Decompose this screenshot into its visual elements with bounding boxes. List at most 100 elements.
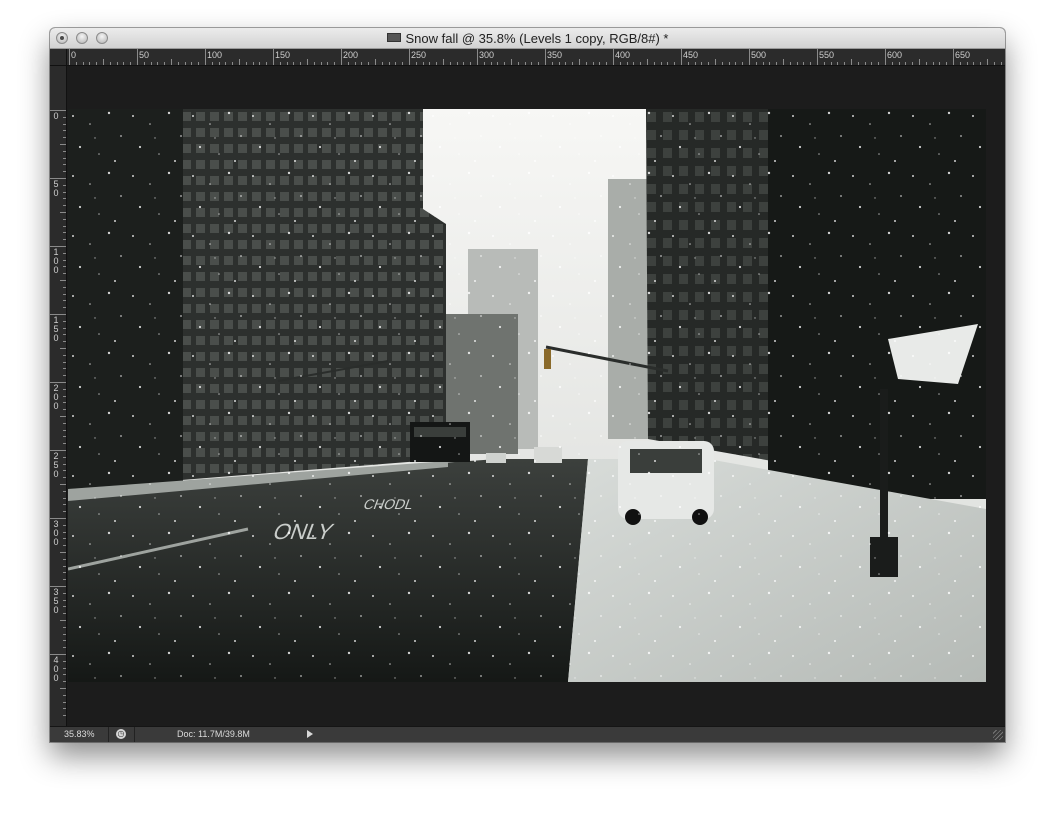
ruler-minor-tick: [60, 620, 66, 621]
ruler-label-h: 350: [547, 50, 563, 60]
ruler-minor-tick: [327, 62, 329, 65]
ruler-minor-tick: [919, 59, 920, 65]
ruler-minor-tick: [252, 62, 254, 65]
ruler-minor-tick: [63, 191, 66, 193]
ruler-minor-tick: [63, 572, 66, 574]
ruler-minor-tick: [63, 286, 66, 288]
ruler-minor-tick: [123, 62, 125, 65]
canvas-area[interactable]: ONLY CHODL: [67, 66, 1005, 726]
document-size-info: Doc: 11.7M/39.8M: [177, 729, 250, 739]
ruler-minor-tick: [60, 280, 66, 281]
ruler-minor-tick: [63, 334, 66, 336]
ruler-label-h: 250: [411, 50, 427, 60]
ruler-minor-tick: [687, 62, 689, 65]
ruler-minor-tick: [63, 232, 66, 234]
ruler-minor-tick: [939, 62, 941, 65]
ruler-minor-tick: [63, 307, 66, 309]
ruler-tick: [273, 49, 274, 65]
ruler-minor-tick: [531, 62, 533, 65]
ruler-label-h: 100: [207, 50, 223, 60]
ruler-minor-tick: [198, 62, 200, 65]
ruler-minor-tick: [60, 688, 66, 689]
canvas-image[interactable]: ONLY CHODL: [68, 109, 986, 682]
ruler-minor-tick: [422, 62, 424, 65]
ruler-minor-tick: [361, 62, 363, 65]
vertical-ruler[interactable]: 0 50 100 150 200 250 300 350 400: [50, 66, 67, 726]
ruler-minor-tick: [171, 59, 172, 65]
ruler-minor-tick: [63, 715, 66, 717]
ruler-minor-tick: [63, 422, 66, 424]
ruler-minor-tick: [109, 62, 111, 65]
ruler-minor-tick: [96, 62, 98, 65]
ruler-minor-tick: [63, 218, 66, 220]
ruler-minor-tick: [633, 62, 635, 65]
ruler-minor-tick: [63, 633, 66, 635]
ruler-minor-tick: [674, 62, 676, 65]
title-bar[interactable]: Snow fall @ 35.8% (Levels 1 copy, RGB/8#…: [50, 28, 1005, 49]
ruler-minor-tick: [63, 361, 66, 363]
ruler-minor-tick: [388, 62, 390, 65]
ruler-minor-tick: [164, 62, 166, 65]
ruler-label-v: 200: [53, 383, 59, 411]
ruler-minor-tick: [63, 409, 66, 411]
ruler-minor-tick: [63, 137, 66, 139]
ruler-minor-tick: [63, 531, 66, 533]
ruler-minor-tick: [959, 62, 961, 65]
ruler-minor-tick: [259, 62, 261, 65]
ruler-minor-tick: [878, 62, 880, 65]
ruler-minor-tick: [63, 647, 66, 649]
ruler-minor-tick: [63, 429, 66, 431]
ruler-minor-tick: [63, 375, 66, 377]
ruler-tick: [137, 49, 138, 65]
resize-grip-icon[interactable]: [993, 730, 1003, 740]
ruler-minor-tick: [63, 497, 66, 499]
ruler-minor-tick: [783, 59, 784, 65]
ruler-minor-tick: [320, 62, 322, 65]
ruler-minor-tick: [871, 62, 873, 65]
ruler-minor-tick: [443, 59, 444, 65]
ruler-tick: [953, 49, 954, 65]
ruler-minor-tick: [558, 62, 560, 65]
horizontal-ruler[interactable]: 0 50 100 150 200 250 300 350 400 450 500 550 600 650: [67, 49, 1005, 66]
ruler-minor-tick: [63, 293, 66, 295]
ruler-minor-tick: [728, 62, 730, 65]
ruler-minor-tick: [769, 62, 771, 65]
ruler-label-h: 500: [751, 50, 767, 60]
ruler-minor-tick: [708, 62, 710, 65]
ruler-minor-tick: [538, 62, 540, 65]
ruler-minor-tick: [266, 62, 268, 65]
ruler-minor-tick: [63, 490, 66, 492]
ruler-minor-tick: [63, 504, 66, 506]
ruler-minor-tick: [63, 205, 66, 207]
ruler-origin[interactable]: [50, 49, 67, 66]
ruler-label-h: 650: [955, 50, 971, 60]
ruler-minor-tick: [63, 443, 66, 445]
ruler-minor-tick: [63, 674, 66, 676]
ruler-minor-tick: [63, 402, 66, 404]
ruler-minor-tick: [63, 239, 66, 241]
ruler-minor-tick: [932, 62, 934, 65]
ruler-minor-tick: [647, 59, 648, 65]
ruler-tick: [409, 49, 410, 65]
ruler-minor-tick: [830, 62, 832, 65]
ruler-label-v: 50: [53, 179, 59, 198]
ruler-minor-tick: [715, 59, 716, 65]
ruler-minor-tick: [599, 62, 601, 65]
ruler-minor-tick: [177, 62, 179, 65]
ruler-tick: [681, 49, 682, 65]
ruler-minor-tick: [60, 416, 66, 417]
ruler-minor-tick: [279, 62, 281, 65]
ruler-minor-tick: [286, 62, 288, 65]
status-menu-arrow-icon[interactable]: [307, 730, 313, 738]
ruler-minor-tick: [987, 59, 988, 65]
clock-icon[interactable]: ◷: [116, 729, 126, 739]
zoom-level-field[interactable]: 35.83%: [64, 729, 95, 739]
ruler-minor-tick: [844, 62, 846, 65]
ruler-minor-tick: [735, 62, 737, 65]
ruler-minor-tick: [810, 62, 812, 65]
ruler-minor-tick: [837, 62, 839, 65]
ruler-minor-tick: [497, 62, 499, 65]
ruler-minor-tick: [347, 62, 349, 65]
ruler-minor-tick: [63, 456, 66, 458]
ruler-minor-tick: [89, 62, 91, 65]
